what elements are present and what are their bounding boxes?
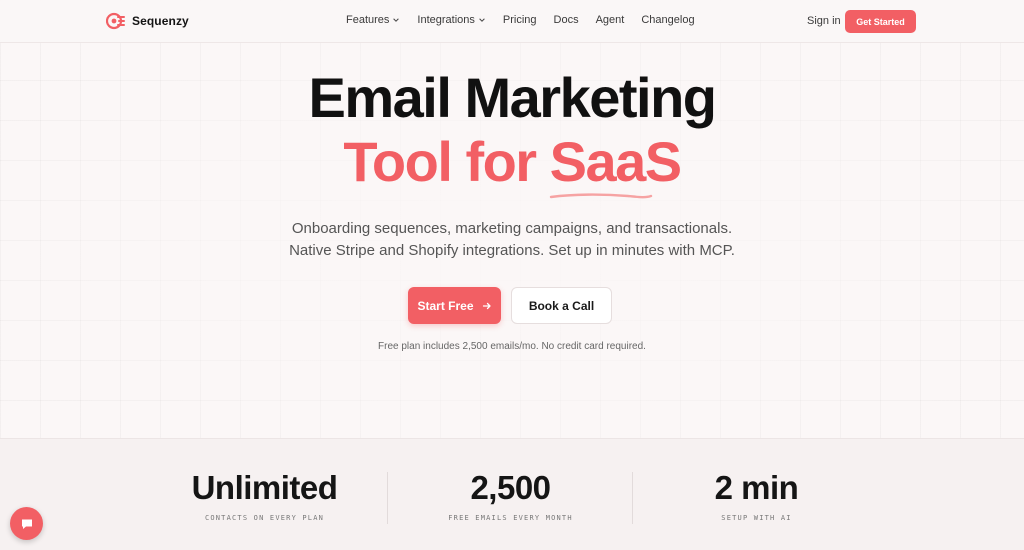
brand-logo[interactable]: Sequenzy xyxy=(106,11,189,31)
sign-in-link[interactable]: Sign in xyxy=(807,15,841,27)
chat-bubble-icon xyxy=(21,519,32,529)
nav-item-integrations[interactable]: Integrations xyxy=(417,14,485,26)
nav-item-label: Integrations xyxy=(417,14,475,26)
nav-item-label: Features xyxy=(346,14,390,26)
stat-value: 2,500 xyxy=(470,469,551,506)
stat-value: 2 min xyxy=(714,469,799,506)
chevron-down-icon xyxy=(393,18,400,22)
book-a-call-button[interactable]: Book a Call xyxy=(511,287,612,324)
stat-free-emails: 2,500 FREE EMAILS EVERY MONTH xyxy=(388,468,633,522)
free-plan-note: Free plan includes 2,500 emails/mo. No c… xyxy=(378,341,646,352)
top-navbar: Sequenzy Features Integrations Pricing D… xyxy=(0,0,1024,43)
nav-item-docs[interactable]: Docs xyxy=(554,14,579,26)
nav-item-agent[interactable]: Agent xyxy=(596,14,625,26)
main-nav: Features Integrations Pricing Docs Agent… xyxy=(346,14,712,26)
hero-subtitle-line-2: Native Stripe and Shopify integrations. … xyxy=(289,242,735,259)
stat-label: SETUP WITH AI xyxy=(721,514,792,522)
get-started-button[interactable]: Get Started xyxy=(845,10,916,33)
stat-contacts: Unlimited CONTACTS ON EVERY PLAN xyxy=(142,468,387,522)
hero-title-line-2: Tool for SaaS xyxy=(343,130,682,193)
nav-item-label: Pricing xyxy=(502,14,537,26)
chevron-down-icon xyxy=(479,18,485,22)
stat-label: CONTACTS ON EVERY PLAN xyxy=(204,514,325,522)
stat-divider xyxy=(632,472,633,524)
stat-value: Unlimited xyxy=(191,469,338,506)
nav-item-label: Changelog xyxy=(641,14,695,26)
nav-item-changelog[interactable]: Changelog xyxy=(641,14,694,26)
start-free-button[interactable]: Start Free xyxy=(408,287,501,324)
chat-widget-button[interactable] xyxy=(10,507,43,540)
arrow-right-icon xyxy=(482,302,491,309)
stat-setup: 2 min SETUP WITH AI xyxy=(634,468,879,522)
brand-name: Sequenzy xyxy=(132,14,189,28)
nav-item-label: Agent xyxy=(595,14,625,26)
nav-item-pricing[interactable]: Pricing xyxy=(503,14,537,26)
page: Sequenzy Features Integrations Pricing D… xyxy=(0,0,1024,550)
hero-title-line-1: Email Marketing xyxy=(308,66,717,129)
nav-item-label: Docs xyxy=(553,14,579,26)
squiggle-underline-decoration xyxy=(549,193,653,199)
nav-item-features[interactable]: Features xyxy=(346,14,400,26)
start-free-label: Start Free xyxy=(417,298,474,313)
hero-subtitle-line-1: Onboarding sequences, marketing campaign… xyxy=(291,220,733,237)
sequenzy-logo-icon xyxy=(106,12,125,30)
stats-section: Unlimited CONTACTS ON EVERY PLAN 2,500 F… xyxy=(0,438,1024,550)
stat-label: FREE EMAILS EVERY MONTH xyxy=(448,514,573,522)
